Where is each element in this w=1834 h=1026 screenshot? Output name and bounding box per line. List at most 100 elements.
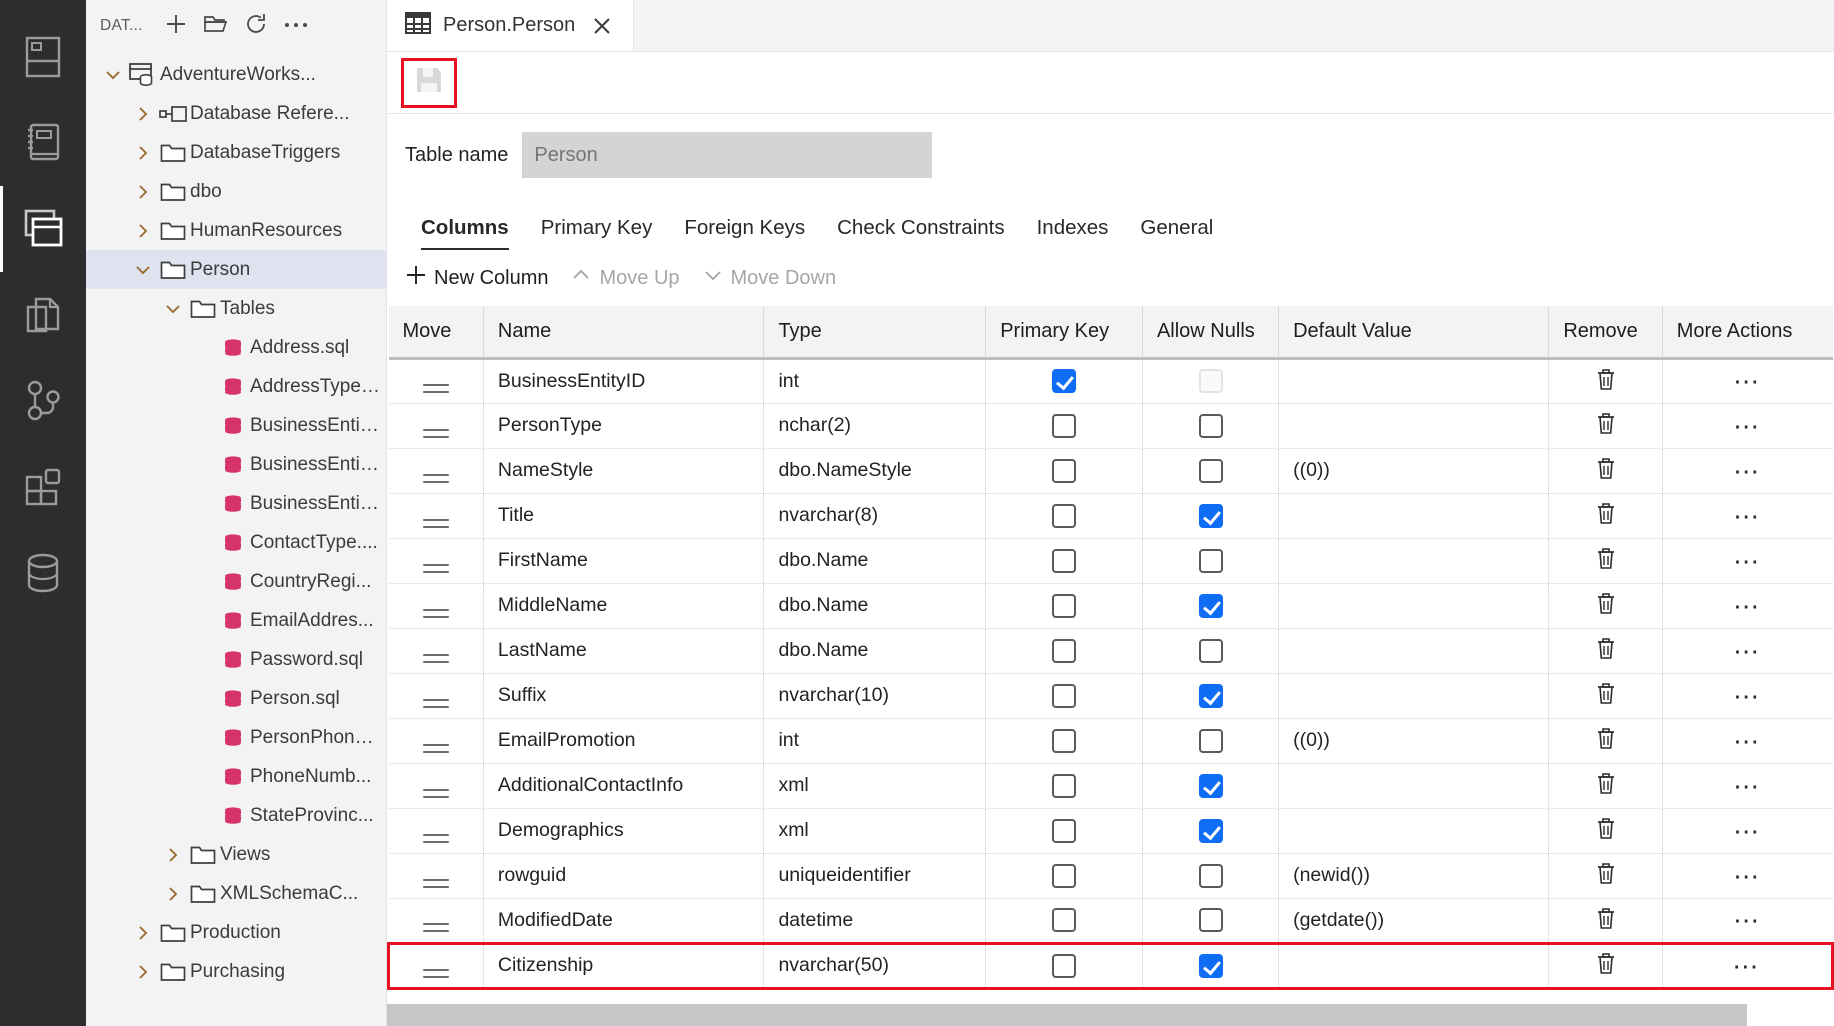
drag-handle-icon[interactable]	[423, 654, 449, 663]
tree-item-stateprovinc[interactable]: StateProvinc...	[86, 796, 386, 835]
trash-icon[interactable]	[1589, 724, 1623, 754]
trash-icon[interactable]	[1589, 859, 1623, 889]
tree-item-adventureworks[interactable]: AdventureWorks...	[86, 55, 386, 94]
move-handle-cell[interactable]	[389, 583, 484, 628]
primary-key-checkbox[interactable]	[1052, 369, 1076, 393]
refresh-button[interactable]	[237, 7, 275, 45]
horizontal-scrollbar[interactable]	[387, 1004, 1834, 1026]
column-type-cell[interactable]: dbo.Name	[764, 538, 986, 583]
table-row[interactable]: PersonTypenchar(2)⋯	[389, 403, 1833, 448]
grid-header-move[interactable]: Move	[389, 306, 484, 358]
remove-cell[interactable]	[1549, 808, 1662, 853]
primary-key-checkbox[interactable]	[1052, 594, 1076, 618]
default-value-cell[interactable]	[1279, 403, 1549, 448]
remove-cell[interactable]	[1549, 403, 1662, 448]
drag-handle-icon[interactable]	[423, 429, 449, 438]
trash-icon[interactable]	[1589, 769, 1623, 799]
tree-item-phonenumb[interactable]: PhoneNumb...	[86, 757, 386, 796]
primary-key-checkbox[interactable]	[1052, 459, 1076, 483]
trash-icon[interactable]	[1589, 499, 1623, 529]
column-type-cell[interactable]: uniqueidentifier	[764, 853, 986, 898]
column-name-cell[interactable]: Title	[483, 493, 764, 538]
chevron-right-icon[interactable]	[160, 885, 186, 903]
column-name-cell[interactable]: AdditionalContactInfo	[483, 763, 764, 808]
table-row[interactable]: rowguiduniqueidentifier(newid())⋯	[389, 853, 1833, 898]
tree-item-person[interactable]: Person	[86, 250, 386, 289]
remove-cell[interactable]	[1549, 448, 1662, 493]
ellipsis-icon[interactable]: ⋯	[1731, 366, 1765, 396]
designer-tab-foreign-keys[interactable]: Foreign Keys	[668, 216, 821, 250]
default-value-cell[interactable]	[1279, 538, 1549, 583]
primary-key-cell[interactable]	[986, 898, 1143, 943]
allow-nulls-cell[interactable]	[1142, 673, 1278, 718]
drag-handle-icon[interactable]	[423, 699, 449, 708]
allow-nulls-cell[interactable]	[1142, 628, 1278, 673]
trash-icon[interactable]	[1589, 365, 1623, 395]
chevron-right-icon[interactable]	[130, 105, 156, 123]
designer-tab-columns[interactable]: Columns	[405, 216, 525, 250]
allow-nulls-checkbox[interactable]	[1199, 864, 1223, 888]
trash-icon[interactable]	[1589, 634, 1623, 664]
allow-nulls-cell[interactable]	[1142, 943, 1278, 988]
activity-item-connections[interactable]	[0, 186, 86, 272]
allow-nulls-checkbox[interactable]	[1199, 639, 1223, 663]
tree-item-addresstype[interactable]: AddressType....	[86, 367, 386, 406]
remove-cell[interactable]	[1549, 898, 1662, 943]
allow-nulls-cell[interactable]	[1142, 538, 1278, 583]
move-handle-cell[interactable]	[389, 943, 484, 988]
more-actions-cell[interactable]: ⋯	[1662, 898, 1832, 943]
primary-key-checkbox[interactable]	[1052, 954, 1076, 978]
column-type-cell[interactable]: int	[764, 718, 986, 763]
column-type-cell[interactable]: nvarchar(50)	[764, 943, 986, 988]
more-actions-cell[interactable]: ⋯	[1662, 403, 1832, 448]
tree-item-emailaddres[interactable]: EmailAddres...	[86, 601, 386, 640]
default-value-cell[interactable]	[1279, 358, 1549, 403]
table-name-input[interactable]	[522, 132, 932, 178]
allow-nulls-cell[interactable]	[1142, 853, 1278, 898]
drag-handle-icon[interactable]	[423, 789, 449, 798]
activity-item-notebook[interactable]	[0, 100, 86, 186]
ellipsis-icon[interactable]: ⋯	[1731, 861, 1765, 891]
allow-nulls-cell[interactable]	[1142, 583, 1278, 628]
tree-item-person-sql[interactable]: Person.sql	[86, 679, 386, 718]
drag-handle-icon[interactable]	[423, 609, 449, 618]
table-row[interactable]: BusinessEntityIDint⋯	[389, 358, 1833, 403]
trash-icon[interactable]	[1589, 409, 1623, 439]
default-value-cell[interactable]	[1279, 583, 1549, 628]
new-column-button[interactable]: New Column	[405, 264, 548, 292]
table-row[interactable]: FirstNamedbo.Name⋯	[389, 538, 1833, 583]
move-handle-cell[interactable]	[389, 628, 484, 673]
drag-handle-icon[interactable]	[423, 744, 449, 753]
more-actions-cell[interactable]: ⋯	[1662, 943, 1832, 988]
tree-item-password-sql[interactable]: Password.sql	[86, 640, 386, 679]
table-row[interactable]: AdditionalContactInfoxml⋯	[389, 763, 1833, 808]
column-name-cell[interactable]: MiddleName	[483, 583, 764, 628]
primary-key-checkbox[interactable]	[1052, 864, 1076, 888]
activity-item-extensions[interactable]	[0, 444, 86, 530]
drag-handle-icon[interactable]	[423, 923, 449, 932]
column-name-cell[interactable]: Suffix	[483, 673, 764, 718]
remove-cell[interactable]	[1549, 583, 1662, 628]
ellipsis-icon[interactable]: ⋯	[1731, 816, 1765, 846]
default-value-cell[interactable]	[1279, 943, 1549, 988]
remove-cell[interactable]	[1549, 538, 1662, 583]
grid-toolbar[interactable]: New ColumnMove UpMove Down	[387, 250, 1834, 306]
trash-icon[interactable]	[1589, 454, 1623, 484]
remove-cell[interactable]	[1549, 763, 1662, 808]
column-name-cell[interactable]: Citizenship	[483, 943, 764, 988]
move-handle-cell[interactable]	[389, 493, 484, 538]
allow-nulls-cell[interactable]	[1142, 898, 1278, 943]
allow-nulls-checkbox[interactable]	[1199, 819, 1223, 843]
ellipsis-icon[interactable]: ⋯	[1731, 591, 1765, 621]
allow-nulls-checkbox[interactable]	[1199, 729, 1223, 753]
primary-key-cell[interactable]	[986, 943, 1143, 988]
column-name-cell[interactable]: LastName	[483, 628, 764, 673]
default-value-cell[interactable]	[1279, 808, 1549, 853]
primary-key-checkbox[interactable]	[1052, 819, 1076, 843]
tree-item-tables[interactable]: Tables	[86, 289, 386, 328]
chevron-right-icon[interactable]	[130, 144, 156, 162]
grid-header-name[interactable]: Name	[483, 306, 764, 358]
tree-item-production[interactable]: Production	[86, 913, 386, 952]
chevron-down-icon[interactable]	[100, 66, 126, 84]
ellipsis-icon[interactable]: ⋯	[1731, 636, 1765, 666]
